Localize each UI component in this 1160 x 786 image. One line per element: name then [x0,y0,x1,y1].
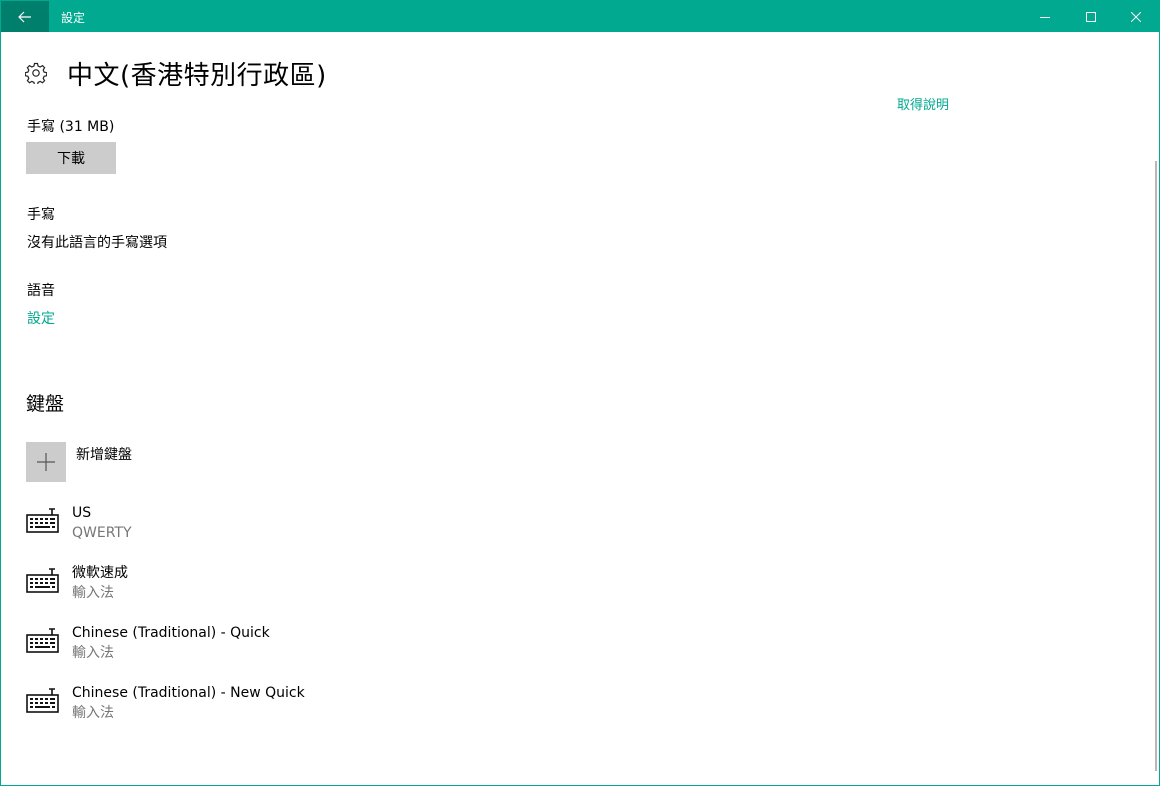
get-help-link[interactable]: 取得說明 [897,94,949,113]
close-icon [1131,11,1141,22]
keyboard-icon [26,688,59,713]
back-button[interactable] [1,1,49,32]
page-title: 中文(香港特別行政區) [67,60,327,91]
window-title: 設定 [61,11,86,25]
download-button[interactable]: 下載 [26,142,116,174]
keyboard-name: Chinese (Traditional) - New Quick [72,685,305,701]
keyboard-list: US QWERTY 微軟速成 輸入法 Chinese (Traditional)… [26,504,305,744]
arrow-left-icon [18,11,31,22]
settings-window: 設定 中文(香港特別行政區) 取得說明 手寫 (31 MB) 下載 手寫 沒有此… [0,0,1160,786]
speech-settings-link[interactable]: 設定 [27,308,55,328]
keyboard-name: Chinese (Traditional) - Quick [72,625,270,641]
title-bar: 設定 [1,1,1159,32]
add-keyboard-tile[interactable] [26,442,66,482]
handwriting-label: 手寫 [27,207,55,223]
plus-icon [37,453,55,471]
keyboard-subtitle: 輸入法 [72,705,114,721]
keyboard-icon [26,508,59,533]
keyboard-subtitle: QWERTY [72,525,132,541]
gear-icon [25,62,47,84]
handwriting-description: 沒有此語言的手寫選項 [27,235,167,251]
scrollbar[interactable] [1155,161,1157,771]
speech-label: 語音 [27,283,55,299]
keyboard-item-chinese-traditional-new-quick[interactable]: Chinese (Traditional) - New Quick 輸入法 [26,684,305,744]
maximize-button[interactable] [1068,1,1114,32]
close-button[interactable] [1113,1,1159,32]
add-keyboard-label: 新增鍵盤 [76,447,132,463]
minimize-button[interactable] [1022,1,1068,32]
keyboard-name: US [72,505,92,521]
handwriting-download-label: 手寫 (31 MB) [27,119,115,135]
keyboard-item-ms-quick[interactable]: 微軟速成 輸入法 [26,564,305,624]
keyboard-name: 微軟速成 [72,565,128,581]
keyboard-item-chinese-traditional-quick[interactable]: Chinese (Traditional) - Quick 輸入法 [26,624,305,684]
maximize-icon [1086,11,1096,22]
keyboard-subtitle: 輸入法 [72,645,114,661]
add-keyboard-button[interactable]: 新增鍵盤 [26,442,132,482]
keyboards-section-title: 鍵盤 [26,393,65,415]
keyboard-item-us[interactable]: US QWERTY [26,504,305,564]
minimize-icon [1040,16,1050,18]
keyboard-icon [26,628,59,653]
page-header: 中文(香港特別行政區) [25,55,327,91]
keyboard-subtitle: 輸入法 [72,585,114,601]
keyboard-icon [26,568,59,593]
